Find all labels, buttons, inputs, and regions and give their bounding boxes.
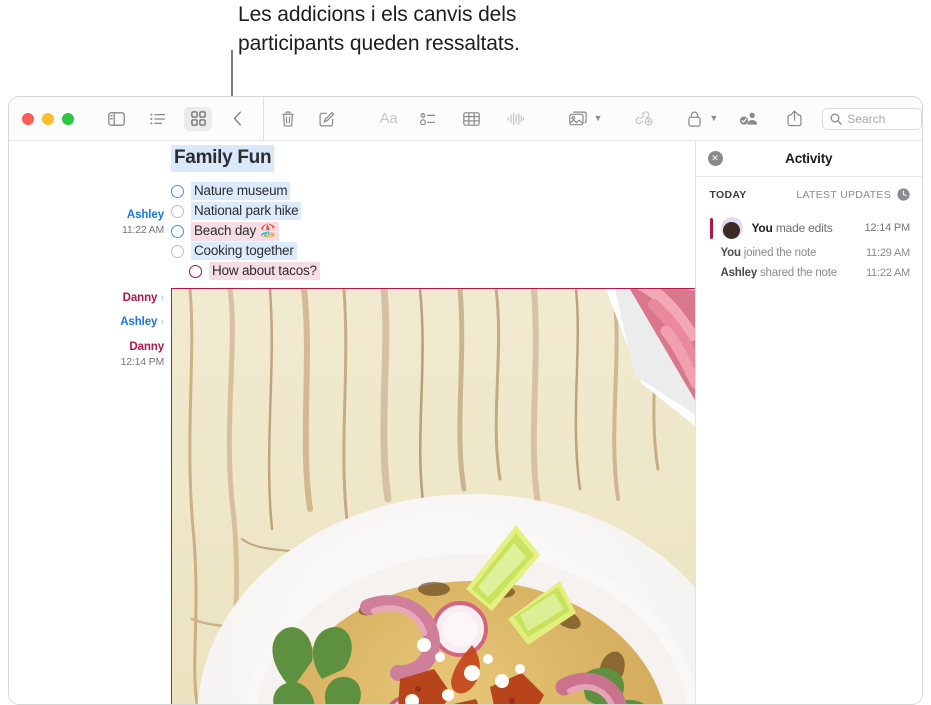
activity-row-actor: You <box>720 247 741 259</box>
checklist-item[interactable]: Cooking together <box>171 241 695 261</box>
activity-row-text: Ashley shared the note <box>720 267 838 279</box>
attribution-name[interactable]: Ashley <box>127 209 164 221</box>
audio-waveform-icon[interactable] <box>501 107 529 131</box>
notes-window: Aa ▼ ▼ Search Ashley 11:22 AM Danny › As… <box>8 96 923 705</box>
attribution-entry: Danny 12:14 PM <box>9 337 171 368</box>
checkbox-circle-icon[interactable] <box>171 184 184 198</box>
attribution-entry: Ashley › <box>9 312 171 330</box>
window-body: Ashley 11:22 AM Danny › Ashley › Danny 12:… <box>9 141 923 704</box>
disclosure-chevron-icon[interactable]: › <box>160 292 164 304</box>
toolbar: Aa ▼ ▼ Search <box>9 97 922 141</box>
activity-subheader: TODAY LATEST UPDATES <box>696 177 923 201</box>
latest-updates-control[interactable]: LATEST UPDATES <box>796 188 910 201</box>
text-format-label: Aa <box>379 110 398 127</box>
back-chevron-icon[interactable] <box>223 107 251 131</box>
text-format-icon[interactable]: Aa <box>376 107 400 131</box>
today-label: TODAY <box>709 188 747 201</box>
attribution-gutter: Ashley 11:22 AM Danny › Ashley › Danny 12:… <box>9 141 171 368</box>
checkbox-circle-icon[interactable] <box>189 264 202 278</box>
activity-row[interactable]: Ashley shared the note 11:22 AM <box>696 263 923 283</box>
activity-row[interactable]: You joined the note 11:29 AM <box>696 243 923 263</box>
activity-row-time: 11:29 AM <box>865 247 910 259</box>
sidebar-toggle-icon[interactable] <box>102 107 130 131</box>
attribution-entry: Ashley 11:22 AM <box>9 205 171 236</box>
activity-main-action: made edits <box>772 221 833 235</box>
search-input[interactable] <box>847 111 914 126</box>
attribution-entry: Danny › <box>9 288 171 306</box>
chevron-down-icon[interactable]: ▼ <box>593 113 602 124</box>
taco-bowl-photo <box>172 289 695 704</box>
checklist-item-label: Beach day 🏖️ <box>191 221 280 241</box>
callout-annotation-text: Les addicions i els canvis dels particip… <box>238 0 798 58</box>
maximize-window-button[interactable] <box>62 112 74 125</box>
checklist-item-label: Cooking together <box>191 242 297 260</box>
activity-header: ✕ Activity <box>695 141 922 177</box>
activity-title: Activity <box>785 151 833 166</box>
checklist-item[interactable]: Nature museum <box>171 181 695 201</box>
checklist-item-label: National park hike <box>191 202 302 220</box>
activity-row-action: shared the note <box>757 267 837 279</box>
note-content[interactable]: Family Fun Nature museum National park h… <box>171 141 695 704</box>
activity-sidebar: ✕ Activity TODAY LATEST UPDATES You made… <box>694 141 923 704</box>
share-icon[interactable] <box>780 107 808 131</box>
note-photo-attachment[interactable] <box>171 288 695 704</box>
checklist-item[interactable]: Beach day 🏖️ <box>171 221 695 241</box>
media-icon[interactable] <box>564 107 592 131</box>
clock-icon[interactable] <box>897 188 910 201</box>
activity-main-text: You made edits <box>752 221 833 235</box>
activity-row-text: You joined the note <box>721 247 817 259</box>
activity-row-time: 11:22 AM <box>865 267 910 279</box>
checkbox-circle-icon[interactable] <box>171 244 184 258</box>
search-field[interactable] <box>822 107 922 130</box>
chevron-down-icon[interactable]: ▼ <box>709 113 718 124</box>
trash-icon[interactable] <box>274 107 302 131</box>
checklist-icon[interactable] <box>414 107 442 131</box>
callout-line-2: participants queden ressaltats. <box>238 32 520 55</box>
disclosure-chevron-icon[interactable]: › <box>160 316 164 328</box>
unread-indicator-bar <box>709 217 713 239</box>
gallery-view-icon[interactable] <box>184 106 212 131</box>
lock-icon[interactable] <box>680 107 708 131</box>
activity-row-action: joined the note <box>740 247 817 259</box>
attribution-time: 12:14 PM <box>120 356 165 368</box>
latest-updates-label: LATEST UPDATES <box>796 188 891 201</box>
note-title[interactable]: Family Fun <box>171 145 275 172</box>
lock-menu-button[interactable]: ▼ <box>680 107 718 131</box>
avatar[interactable] <box>720 217 743 239</box>
checklist-item[interactable]: National park hike <box>171 201 695 221</box>
attribution-time: 11:22 AM <box>122 224 164 236</box>
attribution-name[interactable]: Danny <box>129 341 164 353</box>
activity-main-time: 12:14 PM <box>864 222 911 234</box>
compose-note-icon[interactable] <box>313 107 341 131</box>
checklist-item-label: How about tacos? <box>209 262 320 280</box>
activity-highlight-row[interactable]: You made edits 12:14 PM <box>696 213 923 243</box>
checkbox-circle-icon[interactable] <box>171 224 184 238</box>
checklist-item[interactable]: How about tacos? <box>171 261 695 281</box>
window-controls <box>22 112 74 125</box>
minimize-window-button[interactable] <box>42 112 54 125</box>
media-menu-button[interactable]: ▼ <box>564 107 602 131</box>
activity-main-actor: You <box>751 221 773 235</box>
collaborate-icon[interactable] <box>738 107 760 131</box>
checklist: Nature museum National park hike Beach d… <box>171 181 695 281</box>
search-icon <box>830 113 843 125</box>
callout-line-1: Les addicions i els canvis dels <box>238 3 517 26</box>
attribution-name[interactable]: Ashley <box>120 316 157 328</box>
checkbox-circle-icon[interactable] <box>171 204 184 218</box>
close-icon[interactable]: ✕ <box>707 151 723 166</box>
activity-row-actor: Ashley <box>720 267 758 279</box>
add-link-icon[interactable] <box>630 107 658 131</box>
note-editor-pane[interactable]: Ashley 11:22 AM Danny › Ashley › Danny 12:… <box>9 141 695 704</box>
list-view-icon[interactable] <box>144 107 172 131</box>
close-window-button[interactable] <box>22 112 34 125</box>
attribution-name[interactable]: Danny <box>123 292 158 304</box>
table-icon[interactable] <box>457 107 485 131</box>
checklist-item-label: Nature museum <box>191 182 291 200</box>
